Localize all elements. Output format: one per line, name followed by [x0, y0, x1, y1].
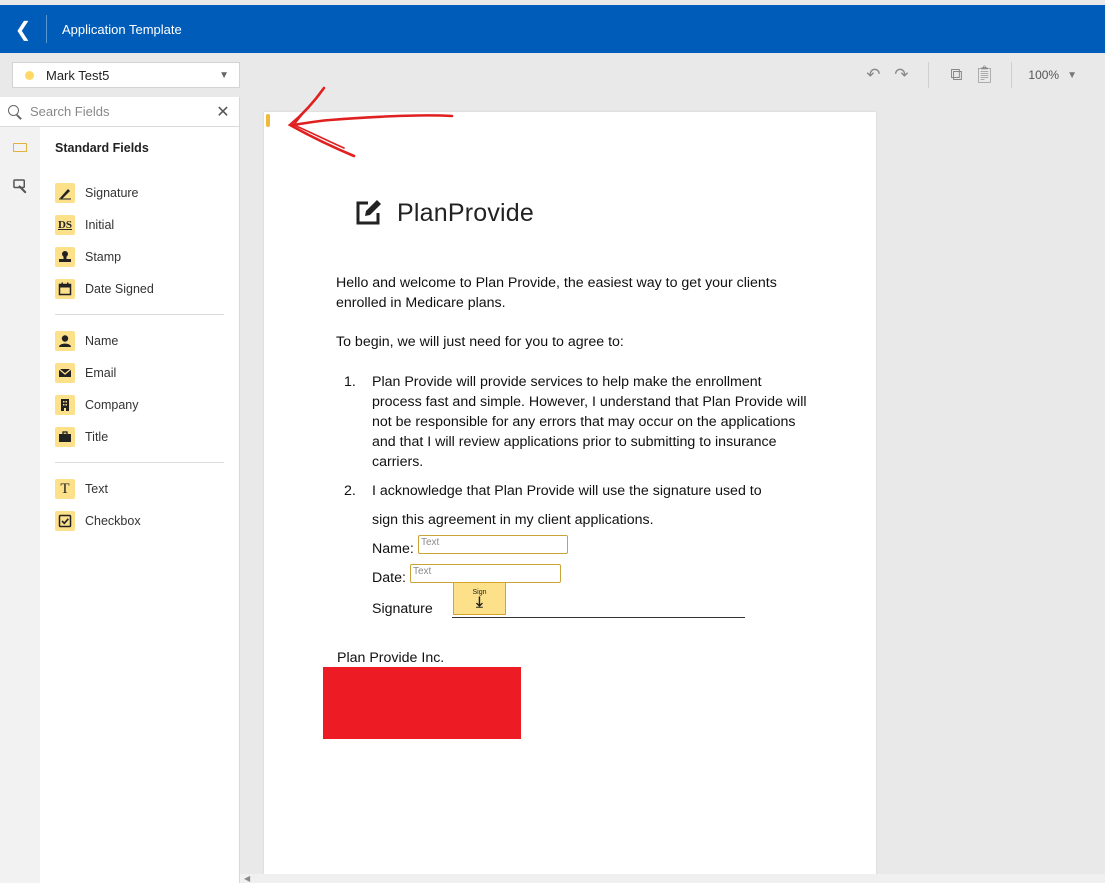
list-item: 2. I acknowledge that Plan Provide will … [344, 481, 814, 501]
field-list: Standard Fields Signature DS Initial Sta… [40, 127, 239, 537]
scroll-left-icon[interactable]: ◀ [244, 874, 250, 883]
copy-icon[interactable]: ⧉ [945, 65, 967, 85]
field-item-date-signed[interactable]: Date Signed [40, 273, 239, 305]
close-icon[interactable]: ✕ [215, 102, 231, 122]
header-bar: ❮ Application Template [0, 5, 1105, 53]
category-rail [0, 127, 40, 883]
name-label: Name: [372, 541, 414, 557]
list-text: Plan Provide will provide services to he… [372, 374, 807, 470]
ds-icon: DS [55, 215, 75, 235]
checkbox-icon [55, 511, 75, 531]
footer-company: Plan Provide Inc. [337, 650, 445, 666]
toolbar-divider [928, 62, 930, 88]
list-text-continued: sign this agreement in my client applica… [372, 512, 654, 528]
undo-icon[interactable]: ↶ [862, 65, 884, 85]
date-text-field[interactable]: Text [410, 564, 561, 583]
field-item-label: Date Signed [85, 282, 154, 296]
field-item-initial[interactable]: DS Initial [40, 209, 239, 241]
list-number: 2. [344, 483, 356, 499]
header-divider [46, 15, 47, 43]
divider [55, 314, 224, 315]
instruction-paragraph: To begin, we will just need for you to a… [336, 334, 624, 350]
recipient-name: Mark Test5 [46, 67, 110, 83]
redaction-block [323, 667, 521, 739]
field-item-company[interactable]: Company [40, 389, 239, 421]
name-text-field[interactable]: Text [418, 535, 568, 554]
document-logo: PlanProvide [353, 198, 534, 228]
caret-down-icon: ▼ [1067, 69, 1077, 81]
field-item-label: Text [85, 482, 108, 496]
field-box-icon [13, 143, 27, 152]
field-item-label: Name [85, 334, 119, 348]
field-item-text[interactable]: T Text [40, 473, 239, 505]
intro-paragraph: Hello and welcome to Plan Provide, the e… [336, 275, 777, 311]
field-item-email[interactable]: Email [40, 357, 239, 389]
page-title: Application Template [62, 21, 182, 37]
recipient-select[interactable]: Mark Test5 ▼ [12, 62, 240, 88]
envelope-icon [55, 363, 75, 383]
sign-field[interactable]: Sign ⤓ [453, 582, 506, 615]
person-icon [55, 331, 75, 351]
building-icon [55, 395, 75, 415]
field-marker[interactable] [266, 114, 270, 127]
field-item-title[interactable]: Title [40, 421, 239, 453]
list-number: 1. [344, 374, 356, 390]
pen-icon [55, 183, 75, 203]
zoom-select[interactable]: 100% ▼ [1028, 68, 1077, 82]
zoom-value: 100% [1028, 68, 1060, 82]
field-item-checkbox[interactable]: Checkbox [40, 505, 239, 537]
divider [55, 462, 224, 463]
rail-custom-fields[interactable] [0, 179, 40, 194]
signature-line [452, 617, 745, 618]
paste-icon[interactable]: 📋︎ [973, 65, 996, 85]
search-bar: ✕ [0, 97, 239, 127]
calendar-icon [55, 279, 75, 299]
field-item-label: Stamp [85, 250, 122, 264]
field-item-label: Signature [85, 186, 139, 200]
list-text: I acknowledge that Plan Provide will use… [372, 483, 762, 499]
rail-standard-fields[interactable] [0, 143, 40, 152]
search-icon [8, 104, 22, 119]
chevron-left-icon: ❮ [14, 18, 32, 41]
wrench-icon [12, 179, 26, 194]
field-panel: ✕ Standard Fields Signature DS Initial [0, 97, 240, 883]
list-item: 1. Plan Provide will provide services to… [344, 372, 814, 472]
toolbar: ↶ ↷ ⧉ 📋︎ 100% ▼ [240, 53, 1105, 97]
search-input[interactable] [30, 104, 215, 119]
field-item-label: Initial [85, 218, 115, 232]
field-item-signature[interactable]: Signature [40, 177, 239, 209]
toolbar-divider [1011, 62, 1013, 88]
field-item-label: Checkbox [85, 514, 141, 528]
caret-down-icon: ▼ [219, 69, 229, 81]
recipient-color-dot [25, 70, 34, 80]
document-page[interactable]: PlanProvide Hello and welcome to Plan Pr… [264, 112, 876, 874]
download-arrow-icon: ⤓ [476, 593, 483, 611]
field-item-name[interactable]: Name [40, 325, 239, 357]
signature-label: Signature [372, 601, 433, 617]
briefcase-icon [55, 427, 75, 447]
back-button[interactable]: ❮ [0, 5, 46, 53]
field-item-stamp[interactable]: Stamp [40, 241, 239, 273]
field-item-label: Title [85, 430, 109, 444]
edit-icon [356, 200, 381, 225]
field-list-title: Standard Fields [55, 141, 149, 155]
field-item-label: Company [85, 398, 139, 412]
date-label: Date: [372, 570, 406, 586]
redo-icon[interactable]: ↷ [890, 65, 912, 85]
text-icon: T [55, 479, 75, 499]
logo-text: PlanProvide [397, 198, 535, 227]
horizontal-scrollbar[interactable]: ◀ [240, 874, 1105, 883]
field-item-label: Email [85, 366, 117, 380]
stamp-icon [55, 247, 75, 267]
